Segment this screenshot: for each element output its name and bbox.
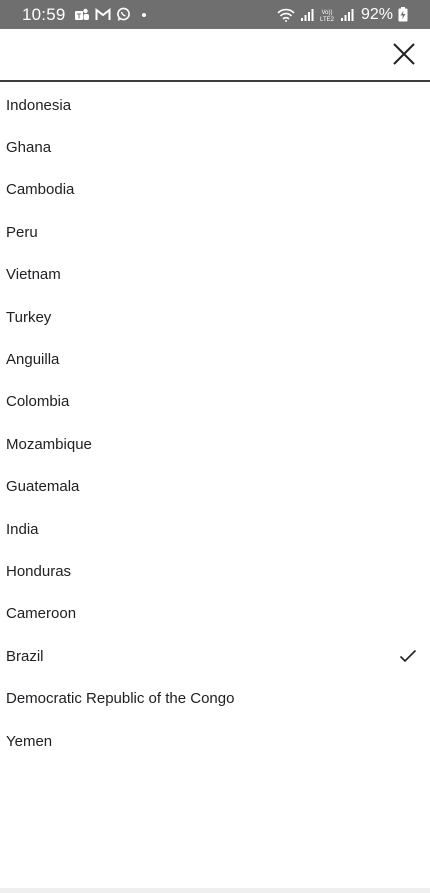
close-icon	[393, 43, 415, 65]
country-name: Honduras	[6, 562, 72, 580]
country-item-yemen[interactable]: Yemen	[0, 720, 430, 762]
country-item-india[interactable]: India	[0, 508, 430, 550]
battery-percent: 92%	[360, 5, 393, 23]
country-item-indonesia[interactable]: Indonesia	[0, 84, 430, 126]
signal-icon-2	[340, 8, 354, 22]
status-left: 10:59 T	[22, 5, 146, 25]
volte-icon: Vo)) LTE2	[319, 7, 335, 23]
svg-text:Vo)): Vo))	[321, 10, 332, 16]
country-item-ghana[interactable]: Ghana	[0, 126, 430, 168]
wifi-icon	[277, 8, 295, 22]
country-name: Cambodia	[6, 181, 75, 199]
header	[0, 29, 430, 82]
country-name: Ghana	[6, 139, 52, 157]
country-item-honduras[interactable]: Honduras	[0, 550, 430, 592]
country-name: Colombia	[6, 393, 70, 411]
country-name: Cameroon	[6, 605, 77, 623]
country-name: Anguilla	[6, 351, 60, 369]
signal-icon	[300, 8, 314, 22]
country-name: Brazil	[6, 647, 44, 665]
status-bar: 10:59 T Vo)) LTE2 92%	[0, 0, 430, 29]
country-list: Indonesia Ghana Cambodia Peru Vietnam Tu…	[0, 84, 430, 762]
status-right: Vo)) LTE2 92%	[277, 6, 408, 24]
notification-dot	[141, 12, 146, 17]
whatsapp-icon	[116, 7, 131, 22]
country-name: Indonesia	[6, 96, 72, 114]
svg-text:T: T	[76, 13, 81, 20]
status-time: 10:59	[22, 4, 66, 24]
gmail-icon	[95, 8, 111, 21]
svg-text:LTE2: LTE2	[320, 17, 335, 23]
country-name: Democratic Republic of the Congo	[6, 690, 235, 708]
close-button[interactable]	[392, 42, 416, 66]
country-name: Mozambique	[6, 435, 92, 453]
country-item-anguilla[interactable]: Anguilla	[0, 338, 430, 380]
country-item-vietnam[interactable]: Vietnam	[0, 254, 430, 296]
country-item-cambodia[interactable]: Cambodia	[0, 169, 430, 211]
country-item-mozambique[interactable]: Mozambique	[0, 423, 430, 465]
teams-icon: T	[74, 8, 90, 22]
country-item-turkey[interactable]: Turkey	[0, 296, 430, 338]
country-item-drc[interactable]: Democratic Republic of the Congo	[0, 677, 430, 719]
country-item-cameroon[interactable]: Cameroon	[0, 593, 430, 635]
country-item-brazil[interactable]: Brazil	[0, 635, 430, 677]
navigation-bar	[0, 888, 430, 893]
country-name: Yemen	[6, 732, 53, 750]
country-item-guatemala[interactable]: Guatemala	[0, 466, 430, 508]
battery-charging-icon	[398, 7, 408, 22]
country-name: Guatemala	[6, 478, 80, 496]
country-name: India	[6, 520, 39, 538]
country-item-peru[interactable]: Peru	[0, 211, 430, 253]
country-name: Vietnam	[6, 266, 61, 284]
country-name: Peru	[6, 223, 38, 241]
country-item-colombia[interactable]: Colombia	[0, 381, 430, 423]
country-name: Turkey	[6, 308, 52, 326]
check-icon	[398, 646, 418, 666]
